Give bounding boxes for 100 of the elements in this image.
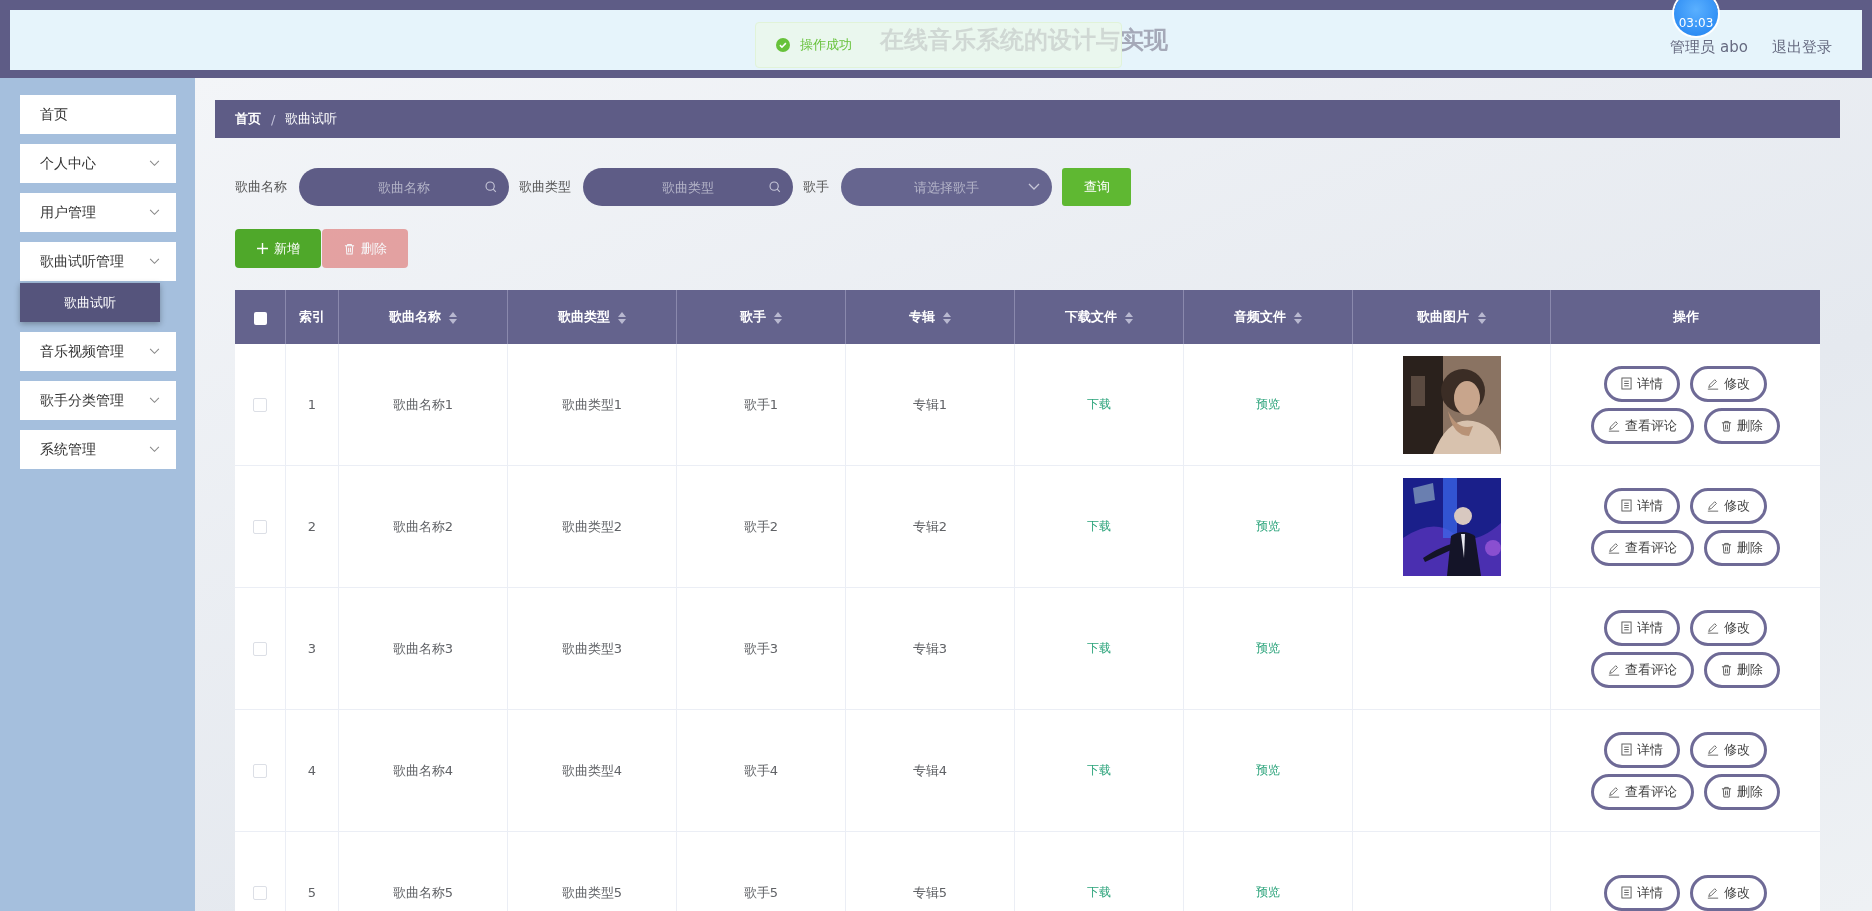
delete-button[interactable]: 删除 [1704,651,1780,688]
sort-icon [449,311,458,324]
table-cell: 歌手1 [743,396,779,412]
document-icon [1621,621,1632,634]
plus-icon [256,243,268,254]
singer-select[interactable]: 请选择歌手 [841,168,1052,206]
column-header[interactable]: 歌曲图片 [1352,290,1551,344]
menu-item[interactable]: 用户管理 [20,193,176,232]
chevron-down-icon [149,397,160,404]
table-cell: 专辑4 [912,762,948,778]
table-cell: 专辑2 [912,518,948,534]
edit-button[interactable]: 修改 [1690,874,1767,911]
detail-button[interactable]: 详情 [1604,487,1680,524]
menu-item[interactable]: 系统管理 [20,430,176,469]
detail-button[interactable]: 详情 [1604,365,1680,402]
column-header: 操作 [1550,290,1820,344]
filter-label: 歌曲类型 [519,178,571,196]
table-cell: 歌手5 [743,884,779,900]
menu-item[interactable]: 歌手分类管理 [20,381,176,420]
row-checkbox[interactable] [253,642,267,657]
table-cell: 歌曲类型2 [561,518,623,534]
trash-icon [1721,419,1732,432]
edit-button[interactable]: 修改 [1690,731,1767,768]
document-icon [1621,886,1632,899]
search-field[interactable]: 歌曲名称 [299,168,509,206]
table-cell: 4 [307,763,317,778]
pencil-icon [1608,663,1620,676]
pencil-icon [1707,621,1719,634]
delete-button[interactable]: 删除 [1704,773,1780,810]
clock-badge: 03:03 [1674,0,1718,36]
table-cell: 歌曲类型5 [561,884,623,900]
pencil-icon [1707,499,1719,512]
column-header: 索引 [285,290,339,344]
table-cell: 歌曲名称1 [392,396,454,412]
table-cell: 专辑1 [912,396,948,412]
menu-item[interactable]: 首页 [20,95,176,134]
column-header[interactable]: 下载文件 [1014,290,1184,344]
trash-icon [1721,785,1732,798]
row-checkbox[interactable] [253,398,267,413]
search-field[interactable]: 歌曲类型 [583,168,793,206]
menu-item[interactable]: 个人中心 [20,144,176,183]
sort-icon [1477,311,1486,324]
trash-icon [1721,663,1732,676]
user-label: 管理员 abo [1670,37,1748,57]
menu-item[interactable]: 音乐视频管理 [20,332,176,371]
edit-button[interactable]: 修改 [1690,609,1767,646]
table-cell: 歌手4 [743,762,779,778]
menu-item[interactable]: 歌曲试听管理 [20,242,176,281]
pencil-icon [1707,377,1719,390]
sort-icon [1294,311,1303,324]
column-header[interactable]: 专辑 [845,290,1015,344]
comment-button[interactable]: 查看评论 [1591,651,1694,688]
search-icon [485,181,497,193]
table-cell: 歌曲类型1 [561,396,623,412]
column-header[interactable]: 歌曲名称 [338,290,508,344]
breadcrumb-separator: / [271,111,276,127]
table-cell: 5 [307,885,317,900]
detail-button[interactable]: 详情 [1604,731,1680,768]
detail-button[interactable]: 详情 [1604,609,1680,646]
chevron-down-icon [1028,183,1040,191]
pencil-icon [1608,541,1620,554]
trash-icon [343,242,355,255]
filter-label: 歌手 [803,178,829,196]
table-cell: 歌曲名称3 [392,640,454,656]
row-checkbox[interactable] [253,886,267,901]
breadcrumb-link[interactable]: 歌曲试听 [285,110,338,128]
chevron-down-icon [149,160,160,167]
table-cell: 3 [307,641,317,656]
table-cell: 歌曲类型4 [561,762,623,778]
column-header[interactable]: 音频文件 [1183,290,1353,344]
breadcrumb-link[interactable]: 首页 [235,110,261,128]
detail-button[interactable]: 详情 [1604,874,1680,911]
logout-link[interactable]: 退出登录 [1772,37,1832,57]
sort-icon [774,311,783,324]
column-header[interactable]: 歌手 [676,290,846,344]
table-cell: 歌手3 [743,640,779,656]
table-cell: 1 [307,397,317,412]
document-icon [1621,743,1632,756]
comment-button[interactable]: 查看评论 [1591,407,1694,444]
table-cell: 歌手2 [743,518,779,534]
row-checkbox[interactable] [253,764,267,779]
pencil-icon [1608,785,1620,798]
document-icon [1621,499,1632,512]
comment-button[interactable]: 查看评论 [1591,529,1694,566]
filter-label: 歌曲名称 [235,178,287,196]
pencil-icon [1608,419,1620,432]
table-cell: 歌曲名称4 [392,762,454,778]
table-cell: 歌曲名称5 [392,884,454,900]
column-header[interactable]: 歌曲类型 [507,290,677,344]
chevron-down-icon [149,258,160,265]
chevron-down-icon [149,348,160,355]
comment-button[interactable]: 查看评论 [1591,773,1694,810]
delete-button[interactable]: 删除 [1704,407,1780,444]
chevron-down-icon [149,209,160,216]
select-all-checkbox[interactable] [253,311,267,325]
edit-button[interactable]: 修改 [1690,365,1767,402]
edit-button[interactable]: 修改 [1690,487,1767,524]
submenu-item[interactable]: 歌曲试听 [20,283,160,322]
row-checkbox[interactable] [253,520,267,535]
delete-button[interactable]: 删除 [1704,529,1780,566]
